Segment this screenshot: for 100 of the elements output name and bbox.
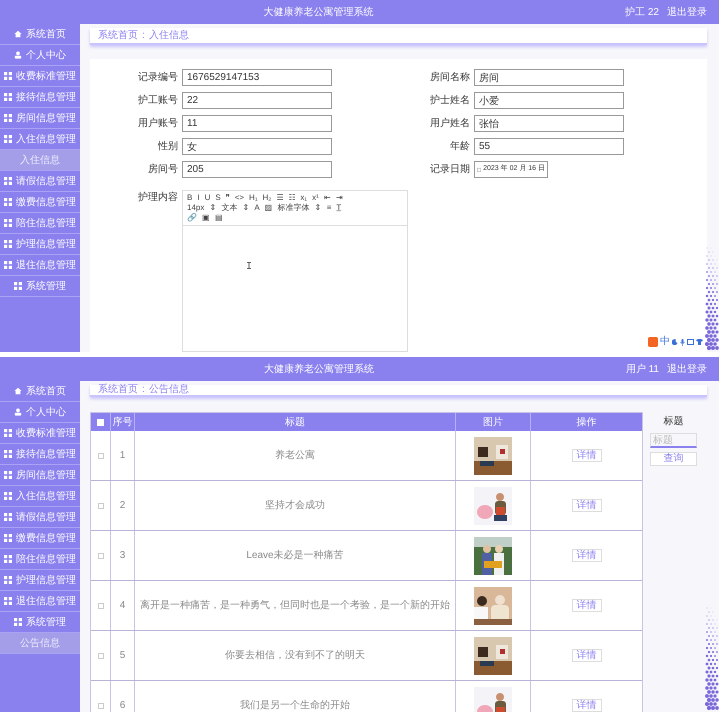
input-field[interactable]: 11	[182, 115, 332, 132]
toolbar-button[interactable]: I	[197, 193, 200, 203]
field-label: 记录编号	[137, 70, 178, 85]
ime-logo-icon	[648, 337, 658, 347]
field-label: 护理内容	[137, 190, 178, 205]
toolbar-button[interactable]: ☰	[276, 193, 284, 203]
row-checkbox[interactable]	[98, 552, 104, 558]
home-icon	[14, 30, 22, 38]
grid-icon	[4, 93, 12, 101]
toolbar-button[interactable]: H₂	[262, 193, 272, 203]
grid-icon	[4, 429, 12, 437]
search-field[interactable]: 标题	[650, 433, 697, 448]
grid-icon	[4, 597, 12, 605]
toolbar-button[interactable]: A	[254, 203, 260, 213]
toolbar-button[interactable]: ⇤	[324, 193, 331, 203]
text-cursor-icon	[247, 262, 251, 269]
field-label: 用户账号	[137, 116, 178, 131]
grid-icon	[4, 135, 12, 143]
toolbar-button[interactable]: ≡	[326, 203, 332, 213]
user-icon	[14, 51, 22, 59]
toolbar-button[interactable]: H₁	[249, 193, 258, 203]
field-label: 房间名称	[429, 70, 470, 85]
grid-icon	[4, 261, 12, 269]
field-label: 护士姓名	[429, 94, 470, 108]
row-checkbox[interactable]	[98, 452, 104, 458]
grid-icon	[4, 240, 12, 248]
user-label: 用户 11	[626, 362, 659, 376]
input-field[interactable]: 205	[182, 161, 332, 178]
field-label: 房间号	[147, 162, 178, 177]
breadcrumb-current: 入住信息	[148, 30, 189, 40]
search-label: 标题	[664, 414, 684, 429]
toolbar-button[interactable]: 文本	[221, 203, 238, 213]
input-field[interactable]: 女	[182, 138, 332, 155]
toolbar-button[interactable]: ⇕	[314, 203, 322, 213]
toolbar-button[interactable]: ☷	[288, 193, 296, 203]
column-header: 图片	[456, 413, 531, 431]
grid-icon	[4, 492, 12, 500]
input-field[interactable]: 1676529147153	[182, 69, 332, 86]
index-cell-text: 2	[120, 499, 126, 513]
title-cell-text: 养老公寓	[275, 448, 315, 463]
home-icon	[14, 387, 22, 395]
grid-icon	[4, 513, 12, 521]
toolbar-button[interactable]: 标准字体	[278, 203, 310, 213]
field-label: 性别	[156, 140, 178, 154]
toolbar-button[interactable]: x₁	[300, 193, 308, 203]
title-cell-text: 离开是一种痛苦，是一种勇气，但同时也是一个考验，是一个新的开始	[140, 598, 450, 613]
toolbar-button[interactable]: U	[204, 193, 210, 203]
row-checkbox[interactable]	[98, 702, 104, 708]
grid-icon	[14, 282, 22, 290]
user-label: 护工 22	[625, 6, 659, 20]
grid-icon	[4, 576, 12, 584]
field-label: 年龄	[449, 140, 470, 154]
index-cell-text: 6	[120, 699, 126, 712]
title-cell-text: 坚持才会成功	[265, 498, 325, 513]
toolbar-button[interactable]: ⇕	[209, 203, 216, 213]
column-header: 标题	[135, 413, 456, 431]
field-label: 护工账号	[137, 94, 178, 108]
ime-mode: 中	[660, 337, 670, 347]
grid-icon	[4, 177, 12, 185]
keyboard-icon	[687, 339, 694, 345]
toolbar-button[interactable]: ▤	[215, 213, 223, 223]
calendar-icon	[477, 166, 482, 172]
input-field[interactable]: 22	[182, 92, 332, 109]
input-field[interactable]: 55	[474, 138, 624, 155]
index-cell-text: 4	[120, 599, 126, 613]
toolbar-button[interactable]: x¹	[312, 193, 319, 203]
toolbar-button[interactable]: S	[215, 193, 221, 203]
input-field[interactable]: 小爱	[474, 92, 624, 109]
toolbar-button[interactable]: ⇕	[242, 203, 250, 213]
index-cell-text: 1	[120, 449, 126, 463]
index-cell-text: 3	[120, 549, 126, 563]
shirt-icon	[696, 339, 703, 345]
toolbar-button[interactable]: B	[187, 193, 192, 203]
select-all-checkbox[interactable]	[97, 418, 104, 426]
breadcrumb-current: 公告信息	[148, 385, 189, 395]
toolbar-button[interactable]: ▨	[264, 203, 273, 213]
toolbar-button[interactable]: ▣	[202, 213, 210, 223]
input-field[interactable]: 张怡	[474, 115, 624, 132]
grid-icon	[14, 618, 22, 626]
toolbar-button[interactable]: 14px	[187, 203, 204, 213]
field-label: 记录日期	[429, 162, 470, 177]
row-checkbox[interactable]	[98, 652, 104, 658]
toolbar-button[interactable]: ❞	[226, 193, 230, 203]
mic-icon	[680, 338, 685, 346]
column-header: 序号	[111, 413, 135, 431]
app-title: 大健康养老公寓管理系统	[264, 6, 374, 20]
grid-icon	[4, 471, 12, 479]
toolbar-button[interactable]: ⇥	[336, 193, 343, 203]
grid-icon	[4, 198, 12, 206]
grid-icon	[4, 114, 12, 122]
input-field[interactable]: 房间	[474, 69, 624, 86]
toolbar-button[interactable]: <>	[234, 193, 244, 203]
breadcrumb-separator: :	[142, 30, 145, 40]
row-checkbox[interactable]	[98, 602, 104, 608]
toolbar-button[interactable]: T̲	[336, 203, 342, 213]
row-checkbox[interactable]	[98, 502, 104, 508]
title-cell-text: 我们是另一个生命的开始	[240, 698, 350, 712]
field-label: 用户姓名	[429, 116, 470, 131]
toolbar-button[interactable]: 🔗	[187, 213, 197, 223]
grid-icon	[4, 555, 12, 563]
